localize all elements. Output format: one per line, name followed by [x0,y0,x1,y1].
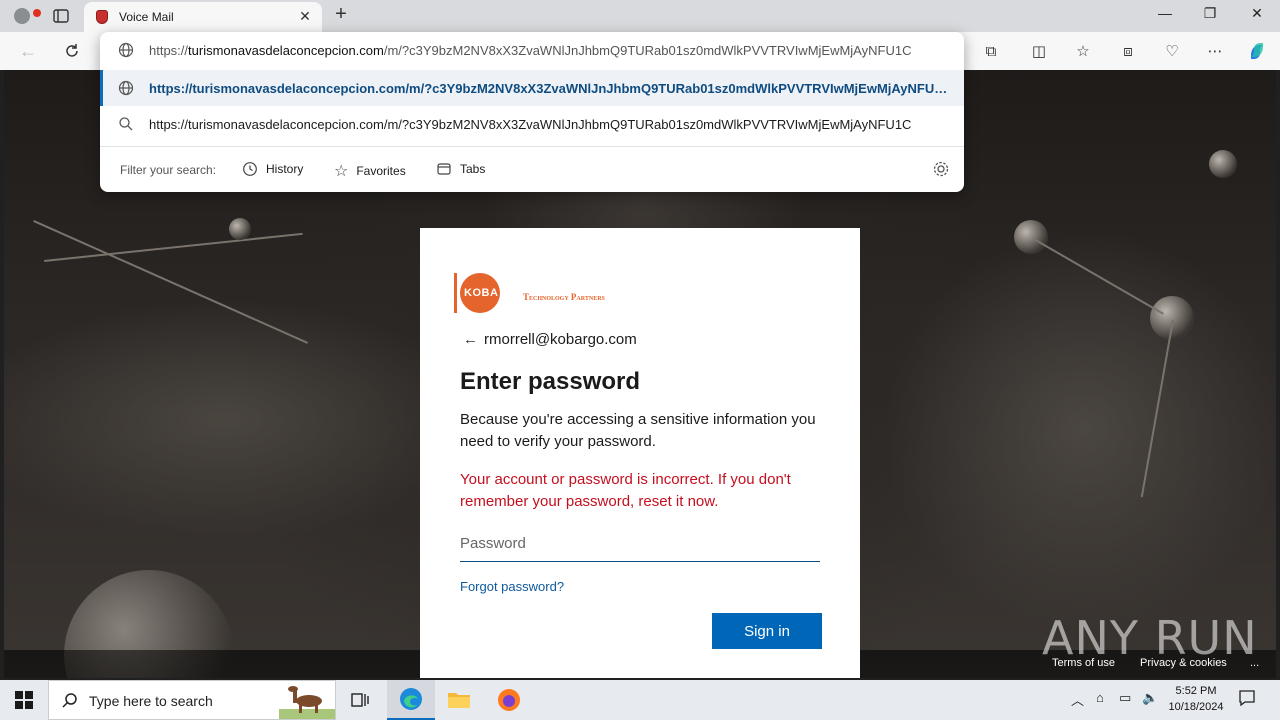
watermark-logo: ANY RUN [1042,611,1258,665]
filter-tabs-button[interactable]: Tabs [436,161,485,177]
search-highlight-okapi-icon [279,686,335,719]
notifications-button[interactable] [1238,689,1256,710]
filter-history-label: History [266,162,304,176]
refresh-icon [66,44,78,57]
address-host: turismonavasdelaconcepcion.com [188,43,384,58]
decorative-line [44,232,303,262]
tab-title: Voice Mail [119,10,174,24]
taskbar-search-box[interactable]: Type here to search [48,680,336,720]
filter-history-button[interactable]: History [242,161,303,177]
address-input-row[interactable]: https://turismonavasdelaconcepcion.com/m… [100,32,964,68]
suggestion-search-text: https://turismonavasdelaconcepcion.com/m… [149,117,912,132]
decorative-line [1140,319,1174,498]
logo-word: KOBA [464,287,499,299]
back-arrow-icon[interactable]: ← [463,331,478,348]
password-field[interactable] [460,530,820,562]
close-window-button[interactable]: ✕ [1237,5,1277,22]
firefox-icon [498,689,520,711]
extensions-icon[interactable]: ⧉ [981,41,1001,61]
globe-icon [118,80,134,96]
profile-button[interactable] [8,4,41,28]
taskbar-search-placeholder: Type here to search [89,693,213,709]
collections-icon[interactable]: ⧈ [1118,41,1138,61]
file-explorer-button[interactable] [435,680,483,720]
browser-tab-bar: Voice Mail ✕ + — ❐ ✕ [0,0,1280,32]
filter-label: Filter your search: [120,163,217,177]
new-tab-button[interactable]: + [330,3,352,26]
suggestion-row-selected[interactable]: https://turismonavasdelaconcepcion.com/m… [100,70,964,106]
volume-icon[interactable]: 🔈 [1142,690,1158,706]
suggestion-url: https://turismonavasdelaconcepcion.com/m… [149,81,949,96]
address-scheme: https:// [149,43,189,58]
task-view-icon [351,693,369,707]
company-logo: KOBA [454,273,500,313]
windows-icon [15,691,33,709]
address-path: /m/?c3Y9bzM2NV8xX3ZvaWNlJnJhbmQ9TURab01s… [383,43,912,58]
search-filter-bar: Filter your search: History ☆ Favorites … [100,146,964,192]
firefox-button[interactable] [485,680,533,720]
device-icon[interactable]: ⌂ [1096,690,1104,705]
clock-time: 5:52 PM [1175,685,1217,697]
folder-icon [448,693,470,708]
identity-email: rmorrell@kobargo.com [484,331,637,348]
notification-icon [1239,690,1255,707]
taskbar: Type here to search ︿ ⌂ ▭ 🔈 5:52 PM 10/1… [0,680,1280,720]
tab-voice-mail[interactable]: Voice Mail ✕ [84,2,322,32]
profile-icon [14,8,30,24]
site-favicon-icon [96,10,108,24]
login-card: KOBA Technology Partners ← rmorrell@koba… [420,228,860,678]
notification-dot [33,9,41,17]
decorative-sphere [1150,296,1194,340]
filter-favorites-button[interactable]: ☆ Favorites [334,161,406,181]
restore-button[interactable]: ❐ [1190,5,1230,22]
forgot-password-link[interactable]: Forgot password? [460,579,564,594]
suggestion-row-search[interactable]: https://turismonavasdelaconcepcion.com/m… [100,106,964,142]
tabs-icon [437,163,451,175]
copilot-icon[interactable] [1247,41,1267,61]
tab-actions-button[interactable] [48,5,74,27]
error-message: Your account or password is incorrect. I… [460,471,791,510]
split-screen-icon[interactable]: ◫ [1029,41,1049,61]
globe-icon [118,42,134,58]
minimize-button[interactable]: — [1145,5,1185,21]
clock-date: 10/18/2024 [1168,701,1224,713]
settings-more-icon[interactable]: ⋯ [1205,41,1225,61]
tab-actions-icon [53,9,69,23]
edge-taskbar-button[interactable] [387,680,435,720]
back-button[interactable]: ← [17,40,39,62]
sign-in-button[interactable]: Sign in [712,613,822,649]
filter-tabs-label: Tabs [460,162,486,176]
show-hidden-icons-icon[interactable]: ︿ [1071,690,1084,709]
network-icon[interactable]: ▭ [1119,690,1131,706]
decorative-sphere [1014,220,1048,254]
filter-favorites-label: Favorites [356,164,406,178]
address-bar-dropdown: https://turismonavasdelaconcepcion.com/m… [100,32,964,192]
page-title: Enter password [460,368,641,395]
edge-icon [400,688,422,710]
search-icon [119,117,133,131]
address-input: https://turismonavasdelaconcepcion.com/m… [149,43,949,58]
decorative-sphere [229,218,251,240]
decorative-sphere [1209,150,1237,178]
search-icon [62,693,77,708]
history-icon [243,162,257,176]
company-tagline: Technology Partners [523,292,605,302]
refresh-button[interactable] [61,40,83,62]
system-clock[interactable]: 5:52 PM 10/18/2024 [1160,683,1232,715]
start-button[interactable] [0,680,48,720]
decorative-line [1033,238,1164,315]
star-icon: ☆ [334,163,349,180]
tab-close-icon[interactable]: ✕ [296,8,314,25]
gear-icon[interactable] [932,160,950,178]
description-text: Because you're accessing a sensitive inf… [460,411,816,450]
task-view-button[interactable] [336,680,384,720]
browser-essentials-icon[interactable]: ♡ [1162,41,1182,61]
favorites-icon[interactable]: ☆ [1073,41,1093,61]
